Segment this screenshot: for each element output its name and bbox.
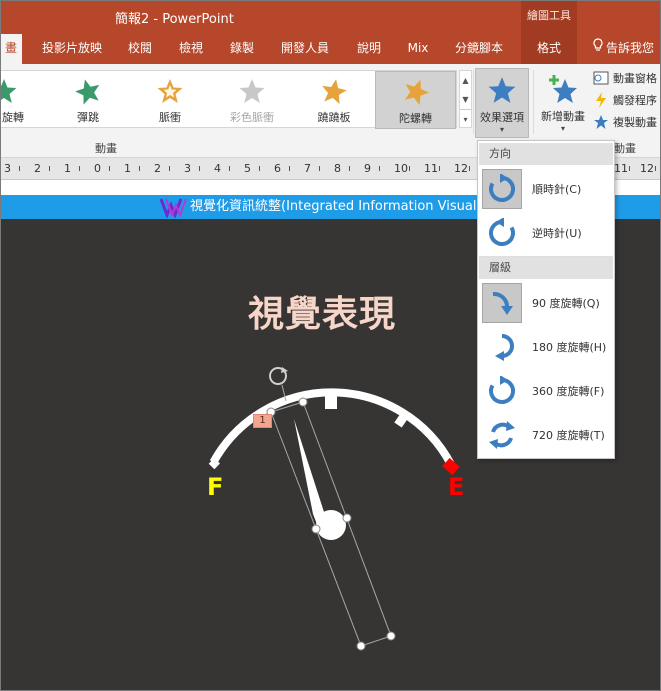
tell-me-label: 告訴我您 — [606, 41, 655, 55]
full-spin-icon — [482, 371, 522, 411]
ruler-mark — [259, 166, 260, 171]
ruler-mark — [379, 166, 380, 171]
logo-icon — [158, 196, 188, 219]
add-animation-button[interactable]: 新增動畫 ▾ — [536, 68, 590, 138]
ribbon-separator — [533, 70, 534, 134]
chevron-down-icon: ▾ — [560, 124, 565, 133]
anim-spin-top[interactable]: 陀螺轉 — [375, 71, 456, 129]
menu-header-amount: 層級 — [479, 257, 613, 279]
gallery-more-icon[interactable]: ▾ — [460, 109, 471, 128]
menu-header-direction: 方向 — [479, 143, 613, 165]
tab-record[interactable]: 錄製 — [222, 34, 262, 64]
anim-bounce[interactable]: 彈跳 — [52, 71, 124, 129]
two-spins-icon — [482, 415, 522, 455]
gallery-scroll: ▲ ▼ ▾ — [459, 70, 472, 128]
gallery-down-icon[interactable]: ▼ — [460, 90, 471, 109]
tab-format[interactable]: 格式 — [521, 34, 577, 64]
spin-star-icon — [0, 75, 40, 107]
anim-teeter[interactable]: 蹺蹺板 — [298, 71, 370, 129]
animation-gallery: 旋轉 彈跳 脈衝 彩色脈衝 蹺蹺板 陀螺轉 — [0, 70, 457, 129]
animation-painter-button[interactable]: 複製動畫 — [592, 112, 661, 132]
resize-handle — [311, 524, 321, 534]
gauge-tick — [208, 458, 220, 470]
add-animation-star-icon — [536, 72, 590, 106]
ruler-mark — [79, 166, 80, 171]
resize-handle — [386, 631, 396, 641]
tab-storyboard[interactable]: 分鏡腳本 — [448, 34, 510, 64]
ruler-mark — [199, 166, 200, 171]
tab-help[interactable]: 說明 — [349, 34, 389, 64]
animation-pane-button[interactable]: 動畫窗格 — [592, 68, 661, 88]
effect-options-button[interactable]: 效果選項 ▾ — [475, 68, 529, 138]
ribbon-group-label: 動畫 — [95, 142, 117, 155]
tab-mix[interactable]: Mix — [400, 34, 436, 64]
tab-developer[interactable]: 開發人員 — [276, 34, 334, 64]
ruler-mark — [109, 166, 110, 171]
ribbon-separator — [473, 70, 474, 134]
ruler-mark — [629, 166, 630, 171]
menu-item-720-degrees[interactable]: 720 度旋轉(T) — [479, 413, 613, 457]
ruler-mark — [655, 166, 656, 171]
tab-animations[interactable]: 畫 — [0, 34, 22, 64]
menu-item-counterclockwise[interactable]: 逆時針(U) — [479, 211, 613, 255]
ribbon-tabs: 畫 投影片放映 校閱 檢視 錄製 開發人員 說明 Mix 分鏡腳本 格式 告訴我… — [0, 34, 661, 64]
gauge-full-label: F — [207, 473, 224, 501]
resize-handle — [356, 641, 366, 651]
effect-star-icon — [476, 73, 528, 107]
rotate-handle-icon — [269, 367, 288, 402]
gallery-up-icon[interactable]: ▲ — [460, 71, 471, 90]
pulse-star-icon — [134, 75, 206, 107]
tab-view[interactable]: 檢視 — [171, 34, 211, 64]
ruler-mark — [169, 166, 170, 171]
bounce-star-icon — [52, 75, 124, 107]
quarter-spin-icon — [482, 283, 522, 323]
effect-options-menu: 方向 順時針(C) 逆時針(U) 層級 90 度旋轉(Q) 180 度旋轉(H)… — [477, 140, 615, 459]
chevron-down-icon: ▾ — [499, 125, 504, 134]
gauge-tick-empty — [442, 457, 460, 476]
menu-item-360-degrees[interactable]: 360 度旋轉(F) — [479, 369, 613, 413]
spin-top-star-icon — [376, 76, 455, 108]
animation-order-tag[interactable]: 1 — [253, 414, 272, 428]
counterclockwise-icon — [482, 213, 522, 253]
ribbon-group-label-advanced: 動畫 — [614, 142, 636, 155]
anim-color-pulse: 彩色脈衝 — [216, 71, 288, 129]
ruler-mark — [139, 166, 140, 171]
teeter-star-icon — [298, 75, 370, 107]
ruler-mark — [439, 166, 440, 171]
anim-pulse[interactable]: 脈衝 — [134, 71, 206, 129]
tell-me-search[interactable]: 告訴我您 — [592, 34, 661, 64]
menu-item-clockwise[interactable]: 順時針(C) — [479, 167, 613, 211]
ruler-mark — [229, 166, 230, 171]
resize-handle — [298, 397, 308, 407]
ruler-mark — [49, 166, 50, 171]
ruler-mark — [469, 166, 470, 171]
ruler-mark — [349, 166, 350, 171]
ruler-mark — [409, 166, 410, 171]
banner-text: 視覺化資訊統整(Integrated Information Visualiza… — [190, 199, 525, 214]
menu-item-180-degrees[interactable]: 180 度旋轉(H) — [479, 325, 613, 369]
trigger-icon — [592, 91, 610, 109]
trigger-button[interactable]: 觸發程序 — [592, 90, 661, 110]
window-title: 簡報2 - PowerPoint — [115, 12, 234, 27]
lightbulb-icon — [592, 34, 606, 62]
ruler-mark — [289, 166, 290, 171]
clockwise-icon — [482, 169, 522, 209]
half-spin-icon — [482, 327, 522, 367]
context-group-title: 繪圖工具 — [521, 0, 577, 34]
color-pulse-star-icon — [216, 75, 288, 107]
ruler-mark — [19, 166, 20, 171]
anim-spin[interactable]: 旋轉 — [0, 71, 40, 129]
ruler-mark — [319, 166, 320, 171]
gauge-empty-label: E — [448, 473, 465, 501]
tab-review[interactable]: 校閱 — [120, 34, 160, 64]
animation-pane-icon — [592, 69, 610, 87]
needle-hub — [316, 510, 346, 540]
resize-handle — [342, 513, 352, 523]
tab-slideshow[interactable]: 投影片放映 — [34, 34, 110, 64]
menu-item-90-degrees[interactable]: 90 度旋轉(Q) — [479, 281, 613, 325]
animation-painter-icon — [592, 113, 610, 131]
